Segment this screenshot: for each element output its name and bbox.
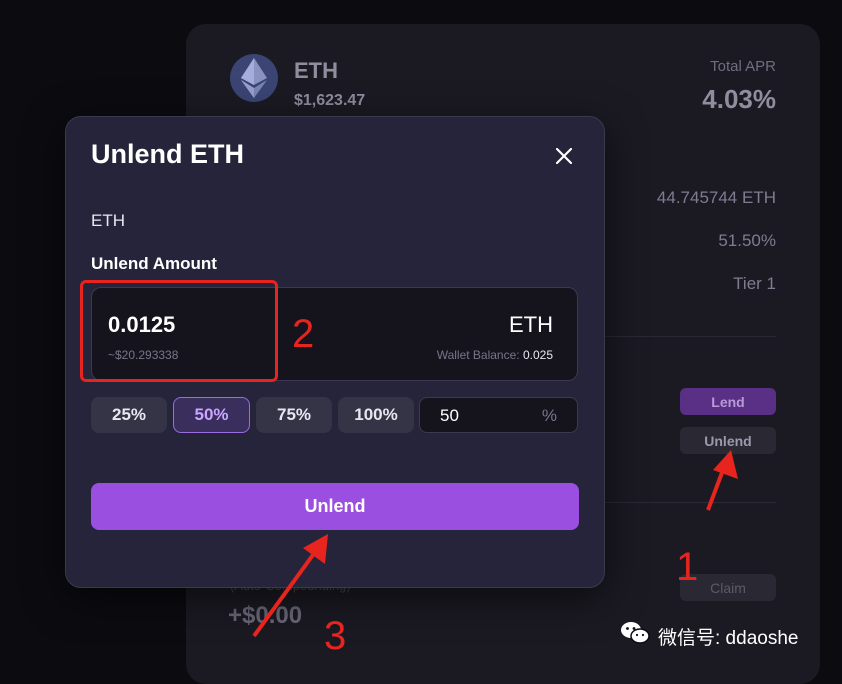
wallet-balance-value: 0.025 <box>522 348 553 362</box>
pct-50-button[interactable]: 50% <box>173 397 250 433</box>
bg-bottom-value: +$0.00 <box>228 602 303 629</box>
pct-custom-input[interactable]: 50 % <box>419 397 578 433</box>
wallet-balance: Wallet Balance: 0.025 <box>437 348 553 362</box>
unlend-submit-button[interactable]: Unlend <box>91 483 579 530</box>
bg-asset-price: $1,623.47 <box>294 92 366 109</box>
amount-usd-estimate: ~$20.293338 <box>108 348 179 362</box>
wechat-watermark: 微信号: ddaoshe <box>620 620 798 652</box>
bg-divider <box>600 502 776 503</box>
amount-field[interactable]: ~$20.293338 ETH Wallet Balance: 0.025 <box>91 287 578 381</box>
wallet-balance-label: Wallet Balance: <box>436 348 520 362</box>
pct-75-button[interactable]: 75% <box>256 397 332 433</box>
bg-asset-name: ETH <box>294 58 338 83</box>
watermark-text: 微信号: ddaoshe <box>658 627 799 649</box>
wechat-icon <box>620 620 650 652</box>
bg-divider <box>600 336 776 337</box>
amount-input[interactable] <box>108 312 308 338</box>
asset-label: ETH <box>91 211 125 230</box>
bg-apr-value: 4.03% <box>702 84 776 114</box>
bg-row-tier: Tier 1 <box>733 274 776 293</box>
pct-input-value: 50 <box>440 406 459 425</box>
bg-lend-button[interactable]: Lend <box>680 388 776 415</box>
bg-row-percent: 51.50% <box>718 231 776 250</box>
annotation-number-1: 1 <box>676 545 699 589</box>
annotation-number-2: 2 <box>292 312 315 356</box>
pct-25-button[interactable]: 25% <box>91 397 167 433</box>
bg-unlend-button[interactable]: Unlend <box>680 427 776 454</box>
amount-unit: ETH <box>509 312 553 337</box>
pct-100-button[interactable]: 100% <box>338 397 414 433</box>
bg-apr-label: Total APR <box>710 58 776 75</box>
unlend-modal: Unlend ETH ETH Unlend Amount ~$20.293338… <box>65 116 605 588</box>
close-icon[interactable] <box>552 144 576 168</box>
modal-title: Unlend ETH <box>91 139 244 169</box>
bg-row-balance: 44.745744 ETH <box>656 188 776 207</box>
annotation-number-3: 3 <box>324 614 347 658</box>
eth-logo-icon <box>230 54 278 102</box>
amount-label: Unlend Amount <box>91 254 217 273</box>
pct-input-unit: % <box>541 406 557 425</box>
